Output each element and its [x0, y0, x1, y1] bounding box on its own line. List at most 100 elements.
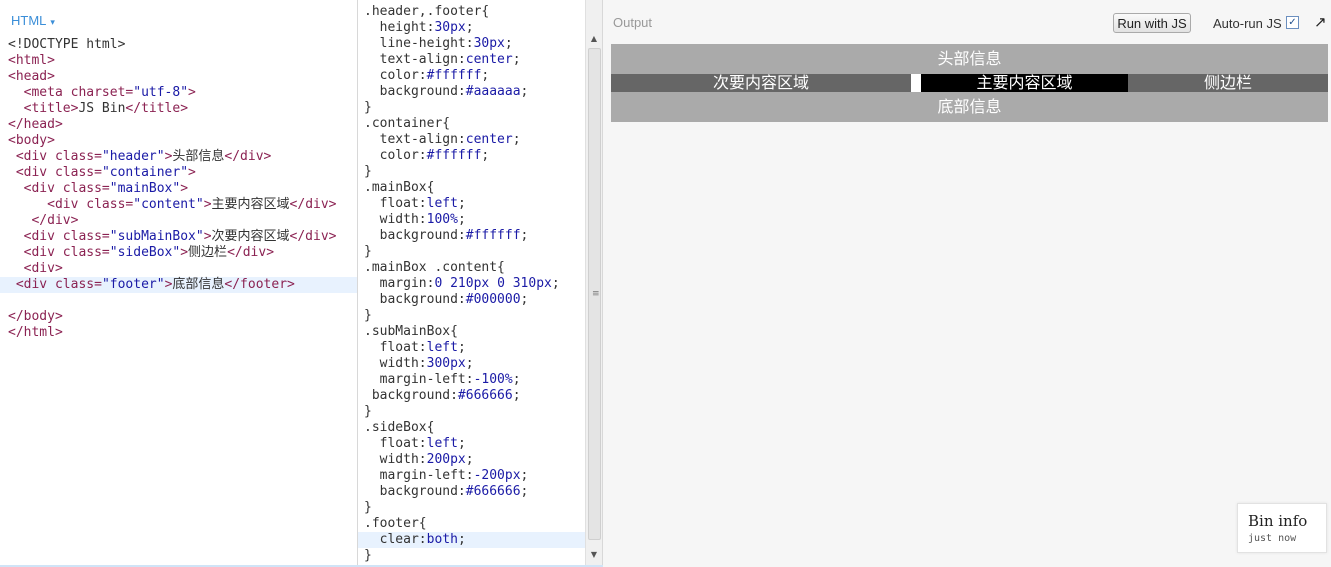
code-line[interactable]: height:30px; [358, 20, 586, 36]
code-token: "sideBox" [109, 245, 181, 260]
code-line[interactable]: } [358, 164, 586, 180]
code-line[interactable]: } [358, 100, 586, 116]
code-line[interactable]: clear:both; [358, 532, 586, 548]
html-panel-title: HTML [11, 13, 47, 28]
code-token: background: [364, 484, 466, 499]
code-line[interactable]: width:300px; [358, 356, 586, 372]
code-token: 底部信息 [172, 277, 225, 292]
bin-info-button[interactable]: Bin info just now [1237, 503, 1327, 553]
code-line[interactable]: <title>JS Bin</title> [0, 101, 357, 117]
scroll-thumb[interactable]: ≡ [588, 48, 601, 540]
code-line[interactable]: background:#666666; [358, 484, 586, 500]
code-line[interactable]: <div class="header">头部信息</div> [0, 149, 357, 165]
code-line[interactable]: .container{ [358, 116, 586, 132]
code-token: } [364, 500, 372, 515]
code-line[interactable]: </head> [0, 117, 357, 133]
code-token: class= [86, 197, 134, 212]
code-line[interactable]: <div class="container"> [0, 165, 357, 181]
code-line[interactable]: text-align:center; [358, 52, 586, 68]
code-token: #ffffff [426, 148, 482, 163]
scroll-down-icon[interactable]: ▼ [586, 548, 602, 562]
code-line[interactable]: } [358, 308, 586, 324]
code-token: .footer{ [364, 516, 427, 531]
code-token: .header,.footer{ [364, 4, 490, 19]
code-line[interactable]: .footer{ [358, 516, 586, 532]
code-line[interactable]: } [358, 548, 586, 564]
code-token: "footer" [101, 277, 165, 292]
code-token: -200px [473, 468, 521, 483]
css-code-editor[interactable]: .header,.footer{ height:30px; line-heigh… [358, 4, 586, 564]
code-line[interactable]: background:#666666; [358, 388, 586, 404]
code-token: text-align: [364, 52, 466, 67]
code-line[interactable]: } [358, 244, 586, 260]
code-token: </div> [289, 229, 337, 244]
run-with-js-button[interactable]: Run with JS [1113, 13, 1191, 33]
code-token: </div> [289, 197, 337, 212]
code-line[interactable]: margin-left:-200px; [358, 468, 586, 484]
css-editor-panel[interactable]: .header,.footer{ height:30px; line-heigh… [358, 0, 603, 567]
code-line[interactable]: </body> [0, 309, 357, 325]
code-token: background: [364, 292, 466, 307]
code-line[interactable]: background:#000000; [358, 292, 586, 308]
code-token: margin: [364, 276, 435, 291]
code-token: ; [520, 84, 529, 99]
code-line[interactable]: line-height:30px; [358, 36, 586, 52]
code-line[interactable]: <div class="footer">底部信息</footer> [0, 277, 357, 293]
code-token: 主要内容区域 [211, 197, 290, 212]
code-token: <meta [23, 85, 71, 100]
code-token: float: [364, 436, 427, 451]
code-line[interactable]: text-align:center; [358, 132, 586, 148]
code-line[interactable]: color:#ffffff; [358, 148, 586, 164]
code-line[interactable]: color:#ffffff; [358, 68, 586, 84]
code-line[interactable]: background:#ffffff; [358, 228, 586, 244]
code-token: } [364, 100, 372, 115]
code-token: left [426, 436, 458, 451]
code-token: </head> [8, 117, 63, 132]
code-line[interactable]: float:left; [358, 340, 586, 356]
html-editor-panel[interactable]: HTML ▾ <!DOCTYPE html> <html> <head> <meta … [0, 0, 358, 567]
code-line[interactable] [0, 293, 357, 309]
code-line[interactable]: .mainBox{ [358, 180, 586, 196]
html-code-editor[interactable]: <!DOCTYPE html> <html> <head> <meta charse… [0, 37, 357, 341]
code-line[interactable]: width:100%; [358, 212, 586, 228]
code-line[interactable]: .header,.footer{ [358, 4, 586, 20]
code-line[interactable]: <head> [0, 69, 357, 85]
code-line[interactable]: <meta charset="utf-8"> [0, 85, 357, 101]
auto-run-checkbox[interactable]: ✓ [1286, 16, 1299, 29]
code-token: text-align: [364, 132, 466, 147]
code-line[interactable]: <div class="mainBox"> [0, 181, 357, 197]
code-token: class= [54, 165, 102, 180]
code-line[interactable]: </html> [0, 325, 357, 341]
code-line[interactable]: .subMainBox{ [358, 324, 586, 340]
code-line[interactable]: margin-left:-100%; [358, 372, 586, 388]
code-line[interactable]: background:#aaaaaa; [358, 84, 586, 100]
code-line[interactable]: <div> [0, 261, 357, 277]
code-line[interactable]: <div class="subMainBox">次要内容区域</div> [0, 229, 357, 245]
code-line[interactable]: width:200px; [358, 452, 586, 468]
code-token: center [465, 132, 513, 147]
popout-icon[interactable]: ↗ [1314, 13, 1327, 31]
code-line[interactable]: float:left; [358, 436, 586, 452]
code-line[interactable]: <!DOCTYPE html> [0, 37, 357, 53]
code-token: class= [62, 181, 110, 196]
html-panel-dropdown[interactable]: HTML ▾ [11, 13, 55, 28]
code-line[interactable]: margin:0 210px 0 310px; [358, 276, 586, 292]
code-line[interactable]: </div> [0, 213, 357, 229]
scroll-up-icon[interactable]: ▲ [586, 32, 602, 46]
code-line[interactable]: } [358, 404, 586, 420]
code-line[interactable]: <div class="sideBox">侧边栏</div> [0, 245, 357, 261]
code-line[interactable]: <html> [0, 53, 357, 69]
grip-icon: ≡ [592, 289, 600, 299]
code-line[interactable]: .sideBox{ [358, 420, 586, 436]
css-scrollbar[interactable]: ▲ ≡ ▼ [585, 0, 602, 567]
code-line[interactable]: } [358, 500, 586, 516]
code-line[interactable]: <div class="content">主要内容区域</div> [0, 197, 357, 213]
code-line[interactable]: <body> [0, 133, 357, 149]
code-line[interactable]: .mainBox .content{ [358, 260, 586, 276]
code-line[interactable]: float:left; [358, 196, 586, 212]
code-token: 0 210px 0 310px [434, 276, 552, 291]
code-token: } [364, 244, 372, 259]
